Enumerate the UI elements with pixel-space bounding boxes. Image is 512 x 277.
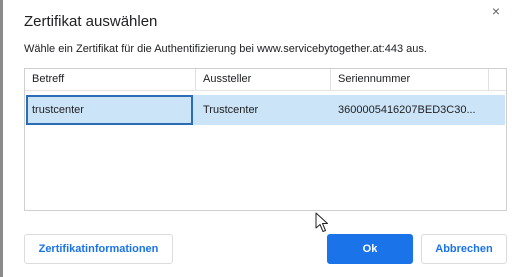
column-header-seriennummer[interactable]: Seriennummer <box>331 69 489 90</box>
cancel-button[interactable]: Abbrechen <box>421 234 507 264</box>
certificate-table: Betreff Aussteller Seriennummer trustcen… <box>24 68 507 211</box>
cell-seriennummer[interactable]: 3600005416207BED3C30... <box>332 95 505 125</box>
ok-button[interactable]: Ok <box>327 234 413 264</box>
table-row[interactable]: trustcenter Trustcenter 3600005416207BED… <box>26 95 505 125</box>
dialog-title: Zertifikat auswählen <box>24 13 158 30</box>
close-icon[interactable]: × <box>488 2 504 20</box>
column-header-aussteller[interactable]: Aussteller <box>196 69 331 90</box>
certificate-info-button[interactable]: Zertifikatinformationen <box>24 234 173 264</box>
window-edge <box>0 0 3 277</box>
column-header-betreff[interactable]: Betreff <box>25 69 196 90</box>
dialog-description: Wähle ein Zertifikat für die Authentifiz… <box>24 43 427 55</box>
mouse-pointer-icon <box>315 212 328 232</box>
cell-aussteller[interactable]: Trustcenter <box>197 95 330 125</box>
table-header: Betreff Aussteller Seriennummer <box>25 69 506 91</box>
cell-betreff[interactable]: trustcenter <box>26 95 193 125</box>
certificate-dialog: Zertifikat auswählen × Wähle ein Zertifi… <box>0 0 512 277</box>
